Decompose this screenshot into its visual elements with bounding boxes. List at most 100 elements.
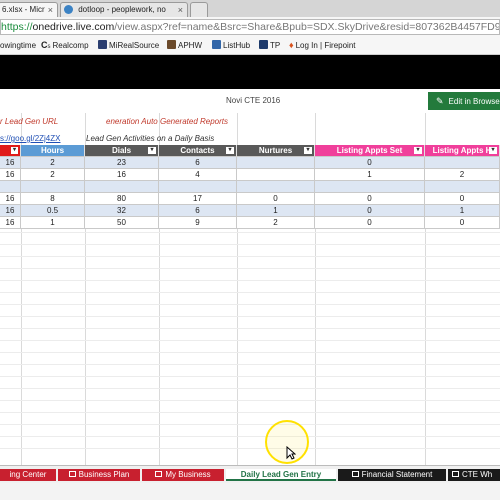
- table-cell[interactable]: 23: [85, 157, 159, 169]
- grid-line: [0, 424, 500, 425]
- bookmark-label: Realcomp: [52, 41, 89, 50]
- close-icon[interactable]: ×: [48, 3, 53, 17]
- table-cell[interactable]: 2: [237, 217, 315, 229]
- sheet-tab-label: My Business: [165, 470, 211, 479]
- close-icon[interactable]: ×: [178, 3, 183, 17]
- bookmark-firepoint[interactable]: ♦ Log In | Firepoint: [289, 40, 355, 51]
- realcomp-icon-sub: s: [47, 44, 51, 50]
- mouse-pointer-icon: [286, 446, 296, 460]
- table-cell[interactable]: [315, 181, 425, 193]
- table-cell[interactable]: 16: [0, 157, 21, 169]
- table-cell[interactable]: 2: [21, 157, 85, 169]
- table-cell[interactable]: 16: [0, 169, 21, 181]
- table-cell[interactable]: 17: [159, 193, 237, 205]
- table-cell[interactable]: 4: [159, 169, 237, 181]
- grid-line: [0, 352, 500, 353]
- bookmark-listhub[interactable]: ListHub: [212, 40, 250, 51]
- table-cell[interactable]: 8: [21, 193, 85, 205]
- table-cell[interactable]: [0, 181, 21, 193]
- table-cell[interactable]: [21, 181, 85, 193]
- url-input[interactable]: https://onedrive.live.com/view.aspx?ref=…: [0, 19, 500, 35]
- lock-icon: [351, 471, 359, 477]
- table-cell[interactable]: 80: [85, 193, 159, 205]
- table-cell[interactable]: 1: [425, 205, 500, 217]
- header-label: Listing Appts Set: [336, 146, 403, 155]
- table-cell[interactable]: 16: [0, 205, 21, 217]
- grid-line: [0, 340, 500, 341]
- header-listing-appts-held[interactable]: Listing Appts H ▾: [425, 145, 500, 157]
- browser-tab-dotloop[interactable]: dotloop - peoplework, no ×: [60, 2, 188, 17]
- table-cell[interactable]: [237, 181, 315, 193]
- url-host: onedrive.live.com: [32, 21, 115, 33]
- header-hours[interactable]: Hours: [21, 145, 85, 157]
- new-tab-button[interactable]: [190, 2, 208, 17]
- table-cell[interactable]: 32: [85, 205, 159, 217]
- header-label: Nurtures: [258, 146, 293, 155]
- lock-icon: [155, 471, 163, 477]
- table-cell[interactable]: 16: [85, 169, 159, 181]
- browser-tab-label: 6.xlsx - Micr: [2, 5, 45, 14]
- table-cell[interactable]: [425, 157, 500, 169]
- bookmark-realcomp[interactable]: Cs Realcomp: [41, 40, 89, 53]
- table-cell[interactable]: 2: [425, 169, 500, 181]
- daily-activities-note: Lead Gen Activities on a Daily Basis: [86, 134, 215, 143]
- document-header: Novi CTE 2016 ✎ Edit in Browser: [0, 89, 500, 114]
- table-cell[interactable]: 0: [315, 217, 425, 229]
- sheet-tab-daily-lead-gen-entry[interactable]: Daily Lead Gen Entry: [226, 469, 336, 481]
- header-label: Dials: [111, 146, 132, 155]
- table-cell[interactable]: 16: [0, 217, 21, 229]
- header-label: Hours: [40, 146, 65, 155]
- filter-dropdown-icon[interactable]: ▾: [489, 147, 497, 154]
- bookmark-owingtime[interactable]: owingtime: [0, 40, 36, 51]
- bookmark-mirealsource[interactable]: MiRealSource: [98, 40, 159, 51]
- table-cell[interactable]: 0: [425, 217, 500, 229]
- table-cell[interactable]: [237, 157, 315, 169]
- bookmark-tp[interactable]: TP: [259, 40, 280, 51]
- header-contacts[interactable]: Contacts ▾: [159, 145, 237, 157]
- filter-dropdown-icon[interactable]: ▾: [226, 147, 234, 154]
- lock-icon: [68, 471, 76, 477]
- table-cell[interactable]: 0: [315, 205, 425, 217]
- table-cell[interactable]: 0.5: [21, 205, 85, 217]
- table-cell[interactable]: 16: [0, 193, 21, 205]
- grid-line: [0, 328, 500, 329]
- sheet-tab-label: Daily Lead Gen Entry: [240, 470, 322, 479]
- edit-in-browser-button[interactable]: ✎ Edit in Browser: [428, 92, 500, 110]
- table-cell[interactable]: [425, 181, 500, 193]
- header-dials[interactable]: Dials ▾: [85, 145, 159, 157]
- sheet-tab-my-business[interactable]: My Business: [142, 469, 224, 481]
- sheet-tab-training-center[interactable]: ing Center: [0, 469, 56, 481]
- bookmark-aphw[interactable]: APHW: [167, 40, 202, 51]
- table-cell[interactable]: [85, 181, 159, 193]
- browser-tab-excel[interactable]: 6.xlsx - Micr ×: [0, 2, 58, 17]
- table-cell[interactable]: [159, 181, 237, 193]
- spreadsheet-grid[interactable]: r Lead Gen URL eneration Auto Generated …: [0, 113, 500, 465]
- table-cell[interactable]: 6: [159, 157, 237, 169]
- sheet-tab-cte-what[interactable]: CTE Wh: [448, 469, 500, 481]
- table-cell[interactable]: 9: [159, 217, 237, 229]
- table-cell[interactable]: 1: [21, 217, 85, 229]
- table-cell[interactable]: 1: [315, 169, 425, 181]
- table-cell[interactable]: 1: [237, 205, 315, 217]
- header-date[interactable]: ▾: [0, 145, 21, 157]
- table-cell[interactable]: 0: [425, 193, 500, 205]
- filter-dropdown-icon[interactable]: ▾: [304, 147, 312, 154]
- browser-tab-strip: 6.xlsx - Micr × dotloop - peoplework, no…: [0, 0, 500, 18]
- filter-dropdown-icon[interactable]: ▾: [414, 147, 422, 154]
- lead-gen-link[interactable]: s://goo.gl/2Zj4ZX: [0, 134, 60, 143]
- sheet-tab-business-plan[interactable]: Business Plan: [58, 469, 140, 481]
- header-nurtures[interactable]: Nurtures ▾: [237, 145, 315, 157]
- table-cell[interactable]: 50: [85, 217, 159, 229]
- table-cell[interactable]: 0: [315, 193, 425, 205]
- table-cell[interactable]: 0: [315, 157, 425, 169]
- header-listing-appts-set[interactable]: Listing Appts Set ▾: [315, 145, 425, 157]
- filter-dropdown-icon[interactable]: ▾: [148, 147, 156, 154]
- edit-button-label: Edit in Browser: [448, 97, 500, 106]
- table-cell[interactable]: 2: [21, 169, 85, 181]
- sheet-tab-financial-statement[interactable]: Financial Statement: [338, 469, 446, 481]
- table-cell[interactable]: [237, 169, 315, 181]
- table-cell[interactable]: 0: [237, 193, 315, 205]
- listhub-icon: [212, 40, 221, 49]
- table-cell[interactable]: 6: [159, 205, 237, 217]
- filter-dropdown-icon[interactable]: ▾: [11, 147, 18, 154]
